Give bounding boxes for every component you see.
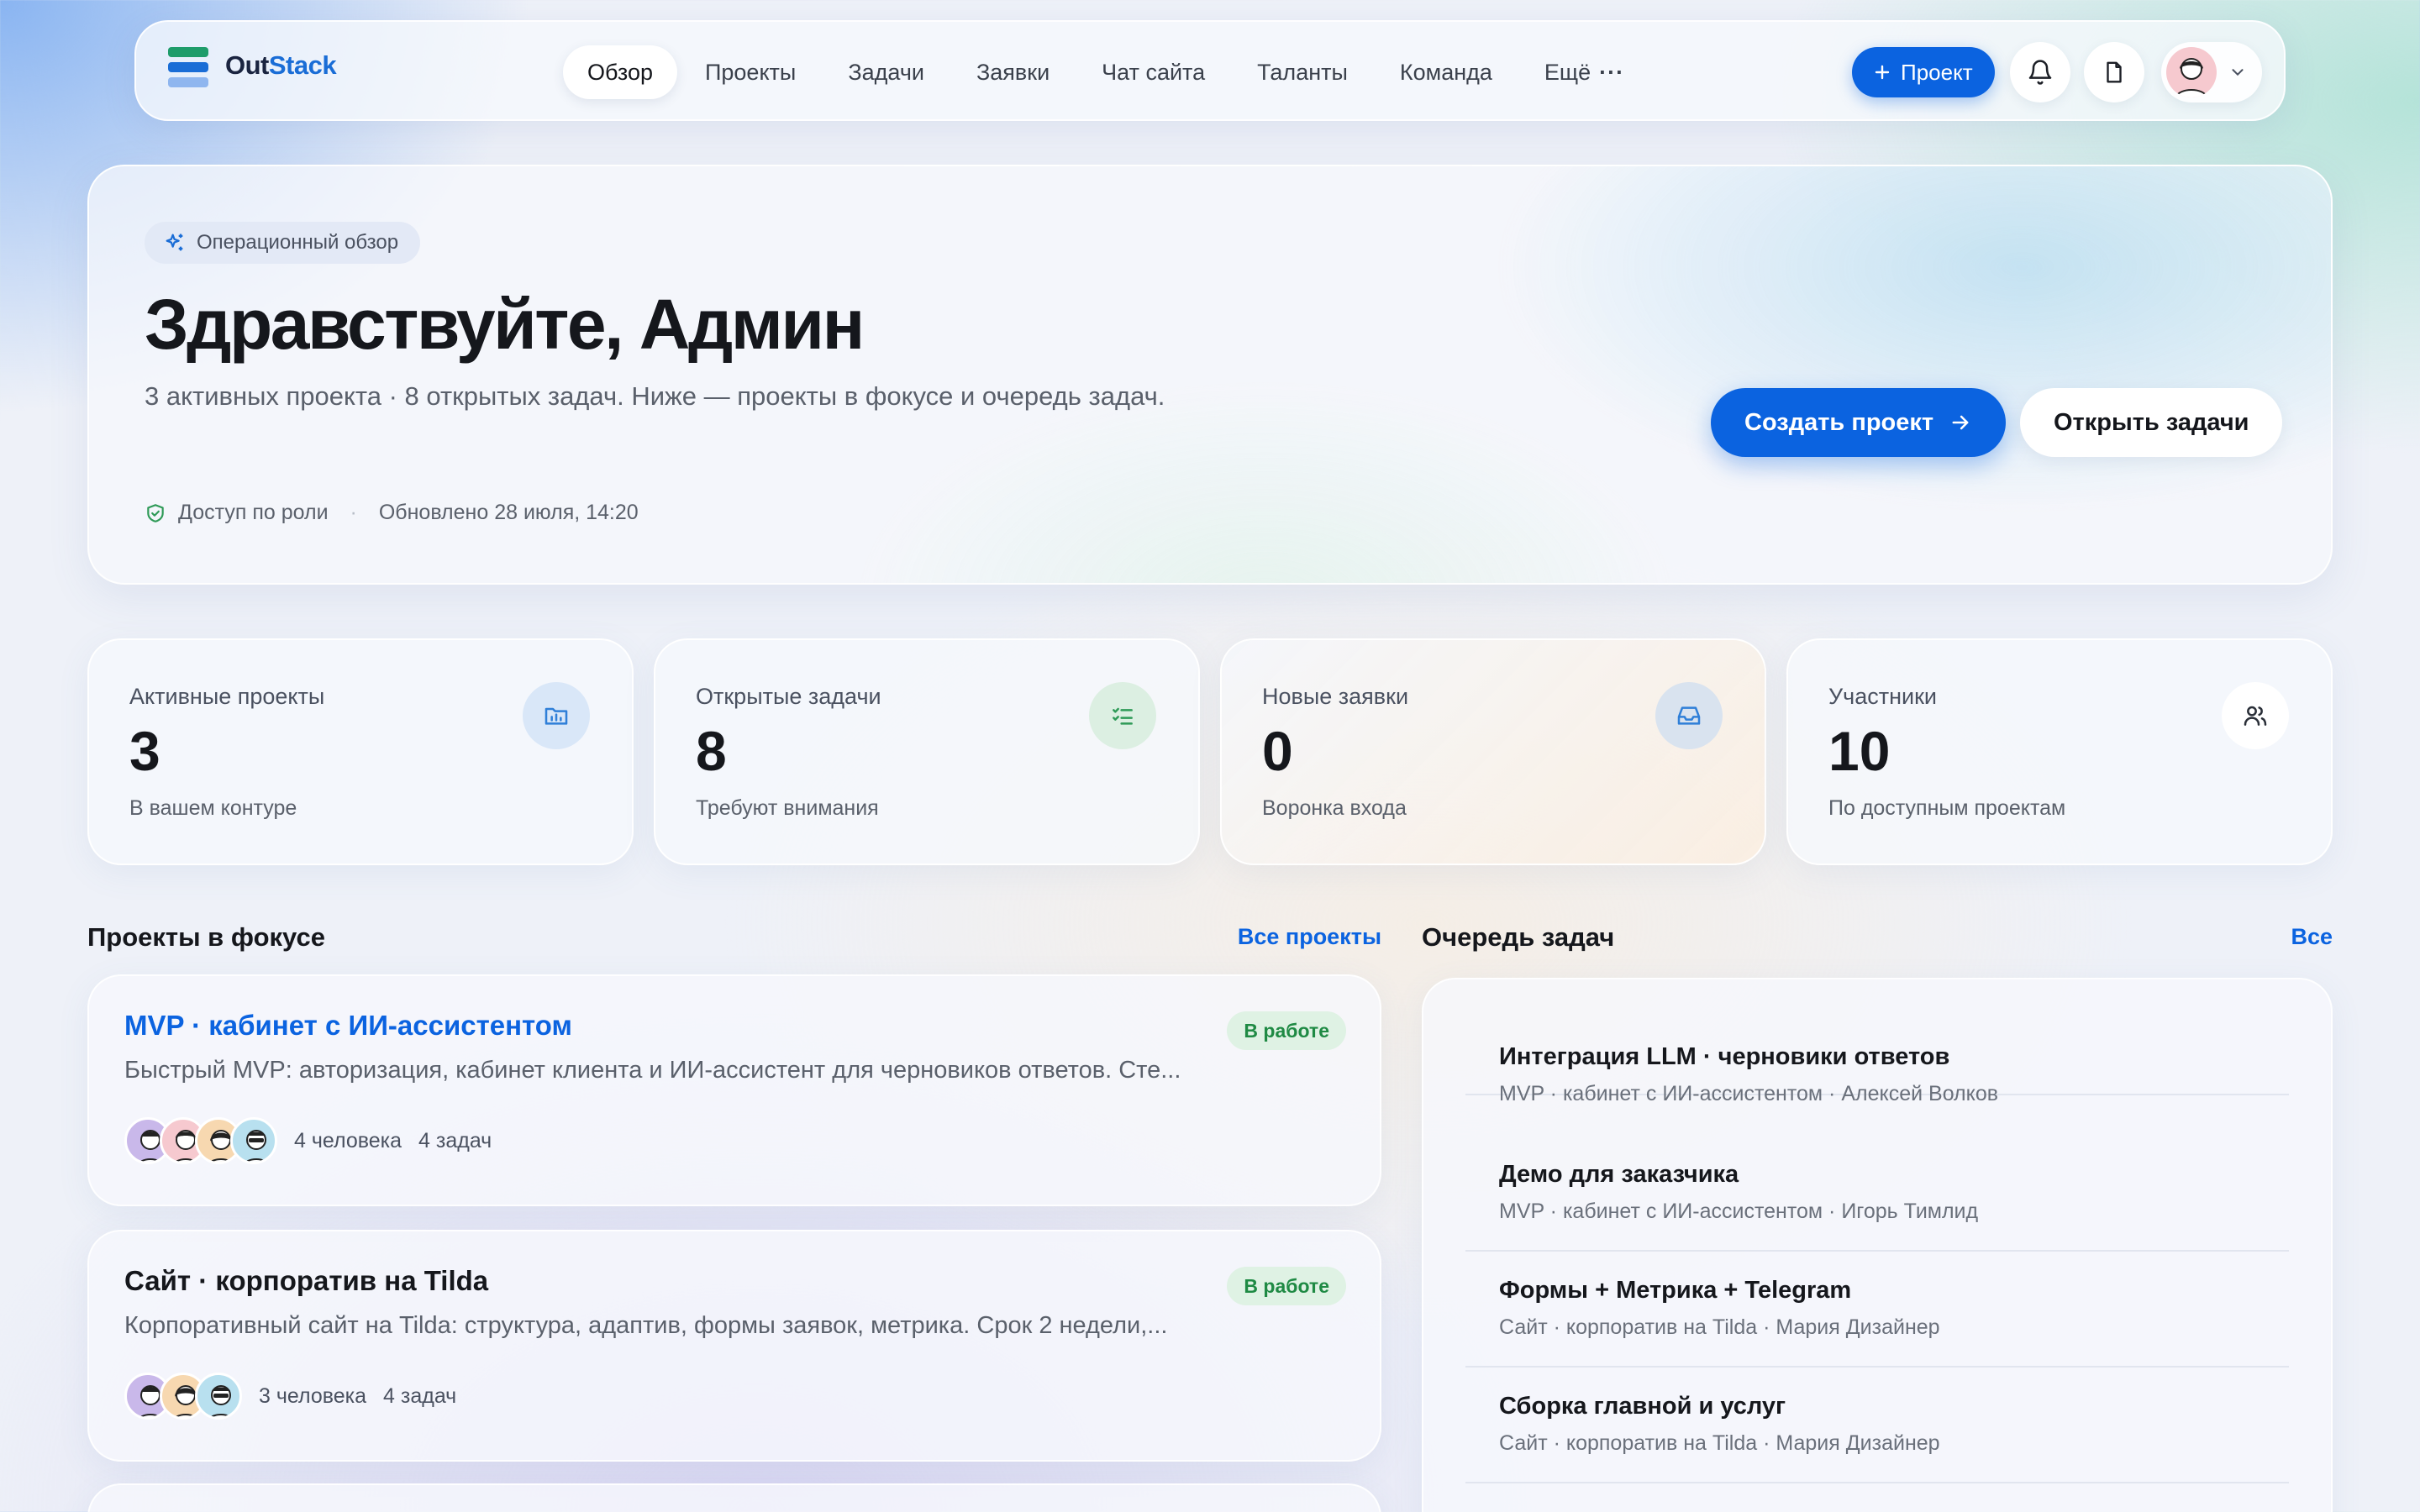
bell-icon: [2028, 60, 2052, 85]
users-icon: [2222, 682, 2289, 749]
stat-label: Открытые задачи: [696, 684, 881, 709]
greeting-subtitle: 3 активных проекта · 8 открытых задач. Н…: [145, 381, 1165, 411]
nav-item-more[interactable]: Ещё ···: [1520, 45, 1649, 99]
avatar: [195, 1373, 242, 1420]
stat-hint: Воронка входа: [1262, 796, 1407, 820]
shield-check-icon: [147, 503, 164, 522]
meta-separator: ·: [350, 501, 357, 524]
nav-item-overview[interactable]: Обзор: [563, 45, 677, 99]
task-meta: MVP · кабинет с ИИ-ассистентом · Игорь Т…: [1499, 1200, 1979, 1223]
project-members-avatars[interactable]: [124, 1373, 242, 1420]
project-card-partial[interactable]: [87, 1483, 1381, 1512]
outstack-logo-icon[interactable]: [168, 47, 208, 87]
project-card[interactable]: MVP · кабинет с ИИ-ассистентом В работе …: [87, 974, 1381, 1206]
project-task-count: 4 задач: [383, 1383, 457, 1408]
avatar: [230, 1117, 277, 1164]
project-task-count: 4 задач: [418, 1128, 492, 1152]
open-tasks-label: Открыть задачи: [2054, 408, 2249, 436]
task-queue-item[interactable]: Интеграция LLM · черновики ответов MVP ·…: [1465, 979, 2289, 1105]
project-people-count: 4 человека: [294, 1128, 402, 1152]
greeting-title: Здравствуйте, Админ: [145, 285, 865, 364]
queue-section-title: Очередь задач: [1422, 922, 1615, 952]
task-queue-item[interactable]: Формы + Метрика + Telegram Сайт · корпор…: [1465, 1252, 2289, 1368]
arrow-right-icon: [1952, 415, 1969, 430]
project-people-count: 3 человека: [259, 1383, 367, 1408]
stat-hint: Требуют внимания: [696, 796, 879, 820]
stat-hint: В вашем контуре: [129, 796, 297, 820]
stat-card-participants[interactable]: Участники 10 По доступным проектам: [1786, 638, 2333, 865]
top-navigation-bar: OutStack Обзор Проекты Задачи Заявки Чат…: [134, 20, 2286, 121]
project-meta: 3 человека 4 задач: [124, 1371, 456, 1421]
sparkles-icon: [166, 234, 183, 251]
stat-value: 10: [1828, 720, 1891, 782]
stat-label: Активные проекты: [129, 684, 325, 709]
stat-value: 3: [129, 720, 160, 782]
task-meta: MVP · кабинет с ИИ-ассистентом · Алексей…: [1499, 1082, 1999, 1105]
hero-meta: Доступ по роли · Обновлено 28 июля, 14:2…: [145, 501, 639, 525]
nav-item-projects[interactable]: Проекты: [681, 45, 820, 99]
profile-menu[interactable]: [2161, 42, 2262, 102]
task-title: Интеграция LLM · черновики ответов: [1499, 1043, 1950, 1070]
task-meta: Сайт · корпоратив на Tilda · Мария Дизай…: [1499, 1431, 1940, 1455]
stat-label: Участники: [1828, 684, 1937, 709]
stat-label: Новые заявки: [1262, 684, 1409, 709]
brand-part-1: Out: [225, 50, 269, 80]
all-projects-link[interactable]: Все проекты: [1238, 924, 1381, 950]
task-queue-item[interactable]: Демо для заказчика MVP · кабинет с ИИ-ас…: [1465, 1136, 2289, 1252]
project-title[interactable]: Сайт · корпоратив на Tilda: [124, 1265, 488, 1297]
nav-item-site-chat[interactable]: Чат сайта: [1077, 45, 1229, 99]
overview-chip-label: Операционный обзор: [197, 231, 399, 254]
create-project-button[interactable]: Создать проект: [1711, 388, 2007, 457]
project-title[interactable]: MVP · кабинет с ИИ-ассистентом: [124, 1010, 572, 1042]
folder-chart-icon: [523, 682, 590, 749]
hero-panel: Операционный обзор Здравствуйте, Админ 3…: [87, 165, 2333, 585]
main-nav: Обзор Проекты Задачи Заявки Чат сайта Та…: [563, 45, 1649, 99]
new-project-label: Проект: [1901, 59, 1973, 85]
stat-card-new-requests[interactable]: Новые заявки 0 Воронка входа: [1220, 638, 1766, 865]
new-project-button[interactable]: Проект: [1852, 47, 1995, 97]
project-members-avatars[interactable]: [124, 1117, 277, 1164]
user-avatar: [2166, 47, 2217, 97]
more-dots-icon: ···: [1599, 59, 1625, 85]
brand-part-2: Stack: [268, 50, 337, 80]
project-description: Быстрый MVP: авторизация, кабинет клиент…: [124, 1057, 1181, 1084]
nav-item-talents[interactable]: Таланты: [1233, 45, 1372, 99]
project-description: Корпоративный сайт на Tilda: структура, …: [124, 1312, 1168, 1339]
access-label: Доступ по роли: [178, 501, 329, 524]
documents-button[interactable]: [2084, 42, 2144, 102]
nav-more-label: Ещё: [1544, 59, 1591, 85]
stat-hint: По доступным проектам: [1828, 796, 2066, 820]
overview-chip: Операционный обзор: [145, 222, 421, 264]
task-title: Сборка главной и услуг: [1499, 1393, 1786, 1420]
task-meta: Сайт · корпоратив на Tilda · Мария Дизай…: [1499, 1315, 1940, 1339]
plus-icon: [1875, 65, 1890, 80]
project-card[interactable]: Сайт · корпоратив на Tilda В работе Корп…: [87, 1230, 1381, 1462]
checklist-icon: [1089, 682, 1156, 749]
document-icon: [2107, 61, 2122, 83]
nav-item-requests[interactable]: Заявки: [952, 45, 1074, 99]
inbox-icon: [1655, 682, 1723, 749]
status-badge: В работе: [1227, 1011, 1346, 1050]
all-tasks-link[interactable]: Все: [2291, 924, 2333, 950]
updated-label: Обновлено 28 июля, 14:20: [378, 501, 639, 524]
nav-item-team[interactable]: Команда: [1376, 45, 1517, 99]
stat-value: 0: [1262, 720, 1293, 782]
open-tasks-button[interactable]: Открыть задачи: [2020, 388, 2283, 457]
nav-item-tasks[interactable]: Задачи: [823, 45, 949, 99]
project-meta: 4 человека 4 задач: [124, 1116, 492, 1166]
task-title: Демо для заказчика: [1499, 1161, 1739, 1188]
task-queue-item[interactable]: Сборка главной и услуг Сайт · корпоратив…: [1465, 1368, 2289, 1483]
create-project-label: Создать проект: [1744, 408, 1934, 436]
stat-card-open-tasks[interactable]: Открытые задачи 8 Требуют внимания: [654, 638, 1200, 865]
notifications-button[interactable]: [2010, 42, 2070, 102]
task-title: Формы + Метрика + Telegram: [1499, 1277, 1852, 1304]
task-queue-panel: Интеграция LLM · черновики ответов MVP ·…: [1422, 978, 2333, 1512]
brand-name[interactable]: OutStack: [225, 50, 337, 81]
projects-section-title: Проекты в фокусе: [87, 922, 325, 952]
stat-card-active-projects[interactable]: Активные проекты 3 В вашем контуре: [87, 638, 634, 865]
chevron-down-icon: [2232, 69, 2244, 76]
stat-value: 8: [696, 720, 727, 782]
status-badge: В работе: [1227, 1267, 1346, 1305]
